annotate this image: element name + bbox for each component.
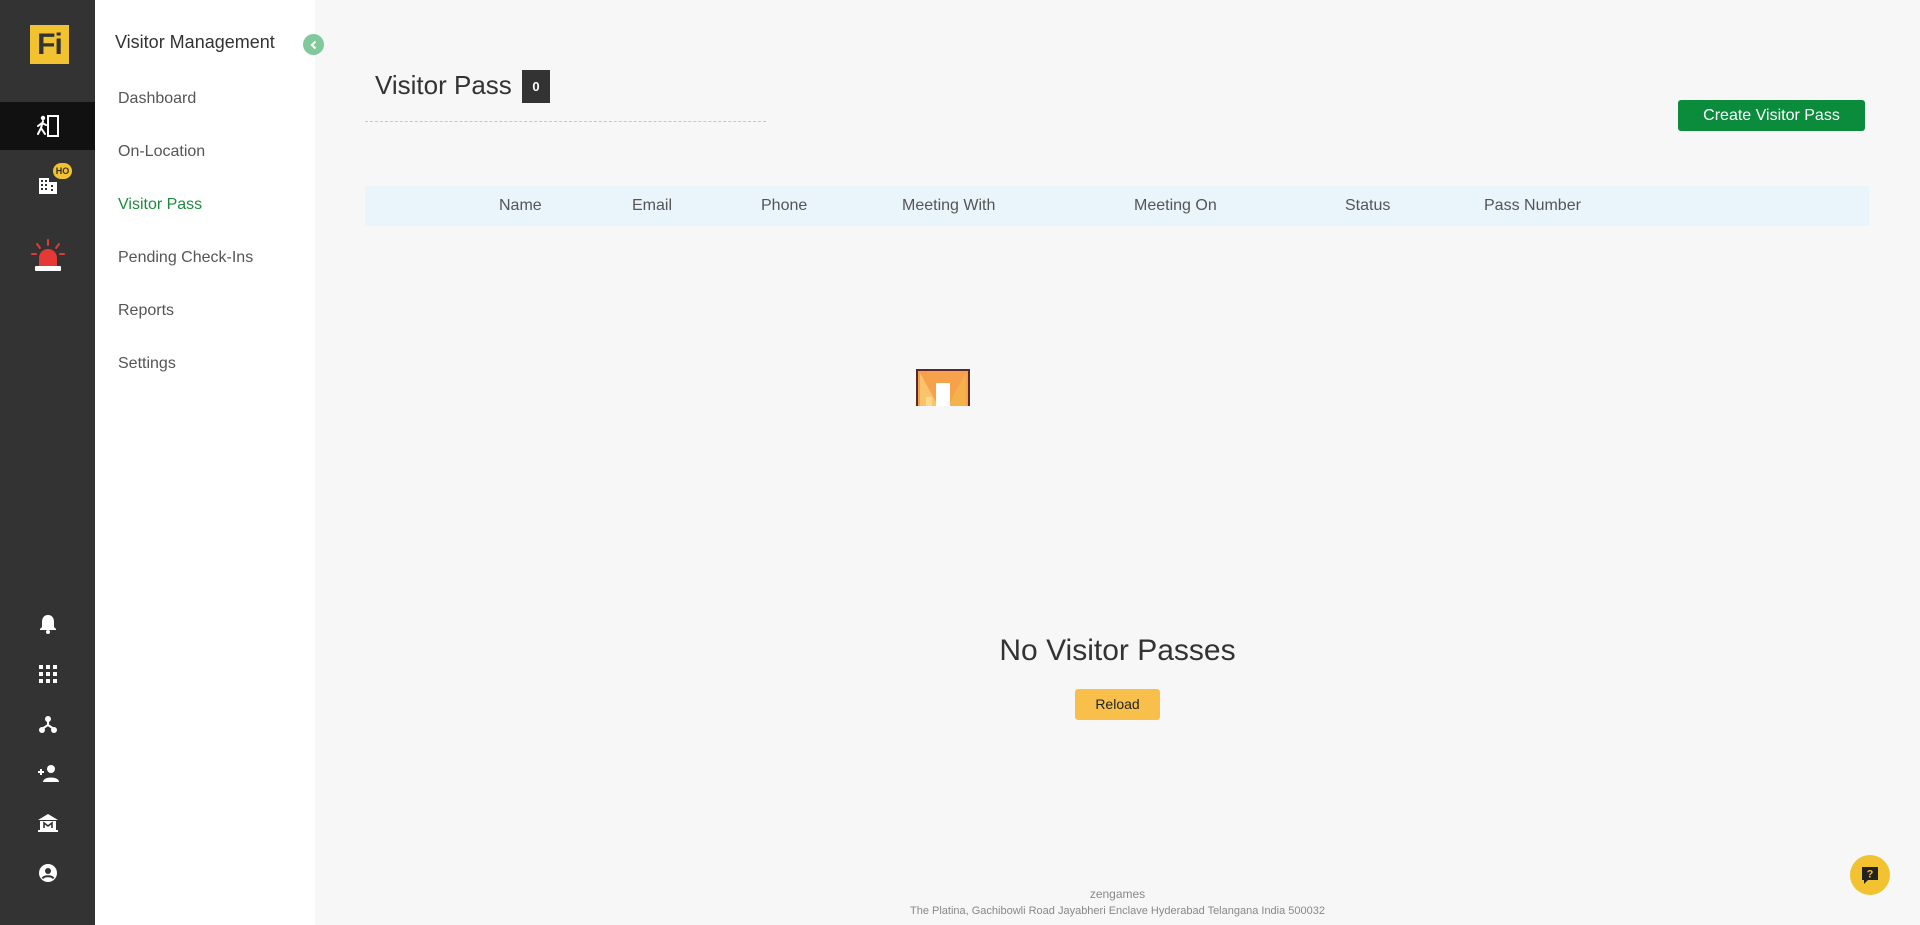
sidebar-item-reports[interactable]: Reports bbox=[118, 302, 174, 320]
hierarchy-icon bbox=[38, 716, 57, 733]
pass-count-badge: 0 bbox=[522, 70, 550, 103]
create-visitor-pass-button[interactable]: Create Visitor Pass bbox=[1678, 100, 1865, 131]
sidebar-item-visitor-pass[interactable]: Visitor Pass bbox=[118, 196, 202, 214]
svg-text:?: ? bbox=[1867, 869, 1874, 881]
help-question-icon: ? bbox=[1862, 867, 1878, 884]
column-header-phone[interactable]: Phone bbox=[761, 197, 807, 215]
table-header: Name Email Phone Meeting With Meeting On… bbox=[365, 186, 1869, 226]
rail-account[interactable] bbox=[0, 849, 95, 897]
column-header-pass-number[interactable]: Pass Number bbox=[1484, 197, 1581, 215]
empty-state-title: No Visitor Passes bbox=[999, 634, 1236, 667]
app-logo[interactable]: Fi bbox=[30, 25, 69, 64]
rail-notifications[interactable] bbox=[0, 600, 95, 648]
add-person-icon bbox=[37, 765, 59, 782]
sidebar-item-settings[interactable]: Settings bbox=[118, 355, 176, 373]
chevron-left-icon bbox=[310, 40, 316, 49]
account-circle-icon bbox=[38, 864, 57, 882]
ho-badge: HO bbox=[53, 163, 72, 179]
footer-address: The Platina, Gachibowli Road Jayabheri E… bbox=[909, 905, 1326, 917]
sidebar-item-dashboard[interactable]: Dashboard bbox=[118, 90, 196, 108]
page-title: Visitor Pass bbox=[375, 70, 512, 100]
icon-rail: Fi HO bbox=[0, 0, 95, 925]
rail-office[interactable] bbox=[0, 799, 95, 847]
column-header-name[interactable]: Name bbox=[499, 197, 542, 215]
footer-company: zengames bbox=[1089, 887, 1146, 901]
reload-button[interactable]: Reload bbox=[1075, 689, 1160, 720]
rail-add-person[interactable] bbox=[0, 749, 95, 797]
visitor-icon bbox=[36, 115, 59, 137]
apps-grid-icon bbox=[38, 665, 57, 683]
sidebar-item-on-location[interactable]: On-Location bbox=[118, 143, 205, 161]
title-divider bbox=[365, 121, 766, 122]
rail-buildings[interactable] bbox=[0, 161, 95, 209]
door-illustration-icon bbox=[916, 369, 970, 406]
rail-visitor-management[interactable] bbox=[0, 102, 95, 150]
sidebar-item-pending-check-ins[interactable]: Pending Check-Ins bbox=[118, 249, 253, 267]
bell-icon bbox=[39, 615, 56, 634]
rail-hierarchy[interactable] bbox=[0, 700, 95, 748]
rail-emergency[interactable] bbox=[0, 232, 95, 280]
column-header-meeting-with[interactable]: Meeting With bbox=[902, 197, 995, 215]
column-header-status[interactable]: Status bbox=[1345, 197, 1390, 215]
module-sidebar: Visitor Management Dashboard On-Location… bbox=[95, 0, 315, 925]
emergency-siren-icon bbox=[30, 239, 65, 271]
rail-apps[interactable] bbox=[0, 650, 95, 698]
office-icon bbox=[37, 814, 58, 832]
main-content: Visitor Pass 0 Create Visitor Pass Name … bbox=[315, 0, 1920, 925]
column-header-email[interactable]: Email bbox=[632, 197, 672, 215]
column-header-meeting-on[interactable]: Meeting On bbox=[1134, 197, 1217, 215]
empty-state-illustration bbox=[916, 369, 970, 406]
sidebar-title: Visitor Management bbox=[115, 32, 275, 52]
help-button[interactable]: ? bbox=[1850, 855, 1890, 895]
collapse-sidebar-button[interactable] bbox=[303, 34, 324, 55]
